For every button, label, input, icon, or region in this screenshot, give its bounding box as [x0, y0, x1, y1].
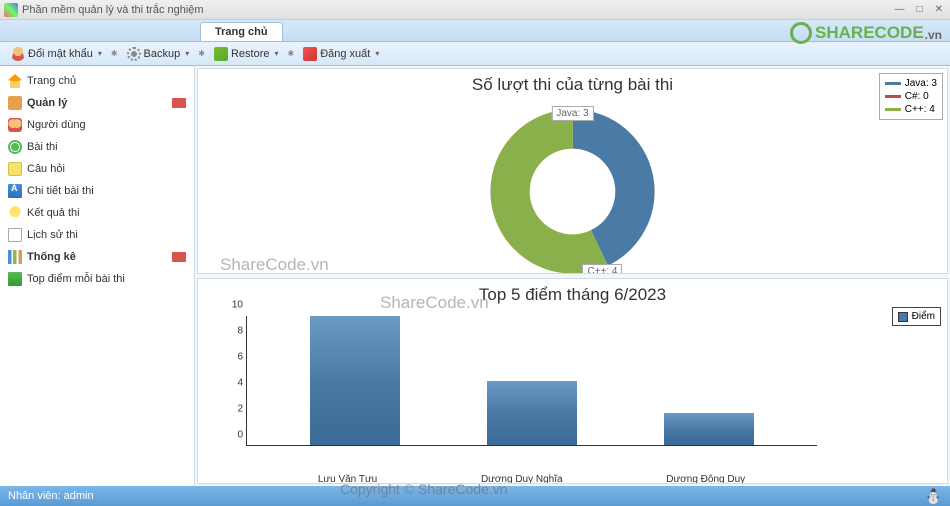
- chevron-down-icon: ▾: [98, 49, 102, 58]
- app-title: Phần mềm quản lý và thi trắc nghiệm: [22, 4, 204, 16]
- bars: [247, 316, 817, 445]
- bulb-icon: [8, 206, 22, 220]
- app-icon: [4, 3, 18, 17]
- restore-icon: [214, 47, 228, 61]
- legend-item: Java: 3: [885, 77, 937, 90]
- sidebar-item-tests[interactable]: Bài thi: [0, 136, 194, 158]
- restore-button[interactable]: Restore▾: [209, 45, 284, 63]
- detail-icon: [8, 184, 22, 198]
- history-icon: [8, 228, 22, 242]
- chevron-down-icon: ▾: [274, 49, 278, 58]
- sharecode-logo: SHARECODE.vn: [790, 22, 942, 44]
- users-icon: [8, 118, 22, 132]
- stats-icon: [8, 250, 22, 264]
- bar-3: [664, 413, 754, 445]
- content: Số lượt thi của từng bài thi Java: 3 C#:…: [195, 66, 950, 486]
- sidebar-item-top[interactable]: Top điểm mỗi bài thi: [0, 268, 194, 290]
- badge-icon: [172, 252, 186, 262]
- sidebar-item-users[interactable]: Người dùng: [0, 114, 194, 136]
- sidebar-item-home[interactable]: Trang chủ: [0, 70, 194, 92]
- close-button[interactable]: ✕: [932, 4, 946, 15]
- donut-chart: [490, 109, 655, 274]
- toolbar: Đổi mật khẩu▾ ✱ Backup▾ ✱ Restore▾ ✱ Đăn…: [0, 42, 950, 66]
- sidebar-item-manage[interactable]: Quản lý: [0, 92, 194, 114]
- swatch-icon: [885, 82, 901, 85]
- chevron-down-icon: ▾: [375, 49, 379, 58]
- bar-panel: Top 5 điểm tháng 6/2023 Điểm 0 2 4 6 8 1…: [197, 278, 948, 484]
- minimize-button[interactable]: —: [892, 4, 908, 15]
- sidebar-item-detail[interactable]: Chi tiết bài thi: [0, 180, 194, 202]
- donut-slice-cpp: [510, 129, 635, 254]
- question-icon: [8, 162, 22, 176]
- x-axis-labels: Lưu Văn Tưu Dương Duy Nghĩa Dương Đông D…: [246, 471, 817, 484]
- y-axis: 0 2 4 6 8 10: [218, 316, 243, 446]
- gear-icon: [127, 47, 141, 61]
- change-password-button[interactable]: Đổi mật khẩu▾: [6, 45, 107, 63]
- logo-ring-icon: [790, 22, 812, 44]
- window-buttons: — □ ✕: [892, 4, 946, 15]
- chevron-down-icon: ▾: [185, 49, 189, 58]
- sidebar-item-results[interactable]: Kết quả thi: [0, 202, 194, 224]
- user-icon: [11, 47, 25, 61]
- bar-plot: [246, 316, 817, 446]
- top-icon: [8, 272, 22, 286]
- swatch-icon: [885, 95, 901, 98]
- bar-2: [487, 381, 577, 446]
- bar-title: Top 5 điểm tháng 6/2023: [198, 279, 947, 311]
- maximize-button[interactable]: □: [914, 4, 926, 15]
- sidebar-item-stats[interactable]: Thống kê: [0, 246, 194, 268]
- badge-icon: [172, 98, 186, 108]
- status-bar: Nhân viên: admin ⛄: [0, 486, 950, 506]
- snowman-icon: ⛄: [925, 488, 942, 505]
- backup-button[interactable]: Backup▾: [122, 45, 195, 63]
- donut-area: Java: 3 C++: 4: [198, 101, 947, 274]
- bar-area: 0 2 4 6 8 10: [198, 311, 947, 471]
- sidebar-item-questions[interactable]: Câu hỏi: [0, 158, 194, 180]
- sidebar-item-history[interactable]: Lịch sử thi: [0, 224, 194, 246]
- donut-title: Số lượt thi của từng bài thi: [198, 69, 947, 101]
- test-icon: [8, 140, 22, 154]
- title-bar: Phần mềm quản lý và thi trắc nghiệm — □ …: [0, 0, 950, 20]
- sidebar: Trang chủ Quản lý Người dùng Bài thi Câu…: [0, 66, 195, 486]
- bar-1: [310, 316, 400, 445]
- exit-icon: [303, 47, 317, 61]
- donut-panel: Số lượt thi của từng bài thi Java: 3 C#:…: [197, 68, 948, 274]
- logout-button[interactable]: Đăng xuất▾: [298, 45, 384, 63]
- donut-label-java: Java: 3: [551, 106, 593, 121]
- manage-icon: [8, 96, 22, 110]
- status-text: Nhân viên: admin: [8, 490, 94, 502]
- tab-home[interactable]: Trang chủ: [200, 22, 283, 41]
- main: Trang chủ Quản lý Người dùng Bài thi Câu…: [0, 66, 950, 486]
- donut-label-cpp: C++: 4: [582, 264, 622, 274]
- home-icon: [8, 74, 22, 88]
